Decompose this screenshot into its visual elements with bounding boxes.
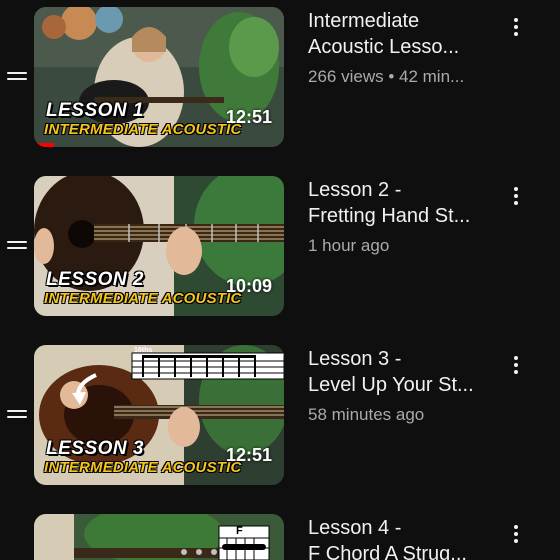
video-title-line-2: Level Up Your St... xyxy=(308,374,474,396)
drag-handle-icon[interactable] xyxy=(7,241,27,251)
video-title[interactable]: Lesson 3 - Level Up Your St... xyxy=(308,346,498,398)
thumbnail-image xyxy=(34,514,284,560)
video-title-line-2: Acoustic Lesso... xyxy=(308,36,460,58)
video-title-line-1: Lesson 4 - xyxy=(308,517,402,539)
thumbnail-series-label: INTERMEDIATE ACOUSTIC xyxy=(44,290,242,307)
playlist-item[interactable]: 16ths LESSON 3 INTERMEDIATE ACOUSTIC 12:… xyxy=(0,345,560,485)
tab-label: 16ths xyxy=(134,347,153,354)
video-title-line-1: Intermediate xyxy=(308,10,420,32)
video-thumbnail[interactable]: LESSON 1 INTERMEDIATE ACOUSTIC 12:51 xyxy=(34,7,284,147)
video-meta: 1 hour ago xyxy=(308,236,390,255)
video-thumbnail[interactable]: F xyxy=(34,514,284,560)
drag-handle-icon[interactable] xyxy=(7,410,27,420)
video-title-line-2: F Chord A Strug... xyxy=(308,543,467,560)
playlist-item[interactable]: LESSON 1 INTERMEDIATE ACOUSTIC 12:51 Int… xyxy=(0,7,560,147)
video-title-line-1: Lesson 3 - xyxy=(308,348,402,370)
video-thumbnail[interactable]: LESSON 2 INTERMEDIATE ACOUSTIC 10:09 xyxy=(34,176,284,316)
video-title[interactable]: Lesson 2 - Fretting Hand St... xyxy=(308,177,498,229)
video-title[interactable]: Lesson 4 - F Chord A Strug... xyxy=(308,515,498,560)
chord-label: F xyxy=(236,525,243,537)
drag-handle-icon[interactable] xyxy=(7,72,27,82)
video-title[interactable]: Intermediate Acoustic Lesso... xyxy=(308,8,498,60)
video-duration: 12:51 xyxy=(225,107,272,127)
playlist: LESSON 1 INTERMEDIATE ACOUSTIC 12:51 Int… xyxy=(0,0,560,560)
thumbnail-lesson-label: LESSON 1 xyxy=(46,100,144,121)
thumbnail-series-label: INTERMEDIATE ACOUSTIC xyxy=(44,459,242,476)
video-meta: 266 views • 42 min... xyxy=(308,67,465,86)
video-title-line-1: Lesson 2 - xyxy=(308,179,402,201)
video-meta: 58 minutes ago xyxy=(308,405,425,424)
thumbnail-lesson-label: LESSON 2 xyxy=(46,269,144,290)
video-duration: 10:09 xyxy=(225,276,272,296)
more-vertical-icon[interactable] xyxy=(508,187,524,211)
thumbnail-series-label: INTERMEDIATE ACOUSTIC xyxy=(44,121,242,138)
playlist-item[interactable]: F Lesson 4 - F Chord A Strug... xyxy=(0,514,560,560)
more-vertical-icon[interactable] xyxy=(508,18,524,42)
more-vertical-icon[interactable] xyxy=(508,525,524,549)
thumbnail-lesson-label: LESSON 3 xyxy=(46,438,144,459)
playlist-item[interactable]: LESSON 2 INTERMEDIATE ACOUSTIC 10:09 Les… xyxy=(0,176,560,316)
watch-progress-bar xyxy=(34,143,54,147)
video-thumbnail[interactable]: 16ths LESSON 3 INTERMEDIATE ACOUSTIC 12:… xyxy=(34,345,284,485)
more-vertical-icon[interactable] xyxy=(508,356,524,380)
video-duration: 12:51 xyxy=(225,445,272,465)
video-title-line-2: Fretting Hand St... xyxy=(308,205,471,227)
